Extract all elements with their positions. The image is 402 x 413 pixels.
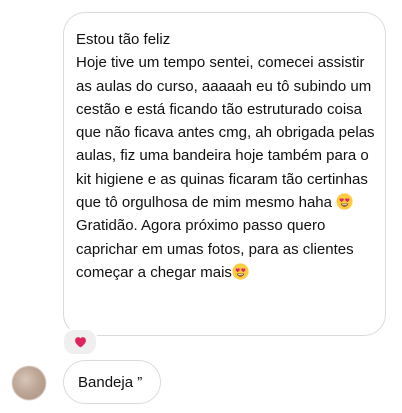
message-text: Estou tão feliz Hoje tive um tempo sente… (76, 28, 375, 284)
message-bubble[interactable]: Bandeja ” (63, 360, 162, 404)
message-text-part-2: Gratidão. Agora próximo passo quero capr… (76, 217, 354, 281)
heart-icon (74, 337, 86, 348)
message-bubble[interactable]: Estou tão feliz Hoje tive um tempo sente… (63, 12, 386, 336)
heart-eyes-emoji-icon (336, 193, 353, 210)
heart-reaction[interactable] (62, 328, 98, 356)
heart-eyes-emoji-icon (232, 263, 249, 280)
message-text: Bandeja ” (78, 373, 143, 391)
sender-avatar[interactable] (12, 366, 46, 400)
message-text-part-1: Estou tão feliz Hoje tive um tempo sente… (76, 31, 375, 212)
